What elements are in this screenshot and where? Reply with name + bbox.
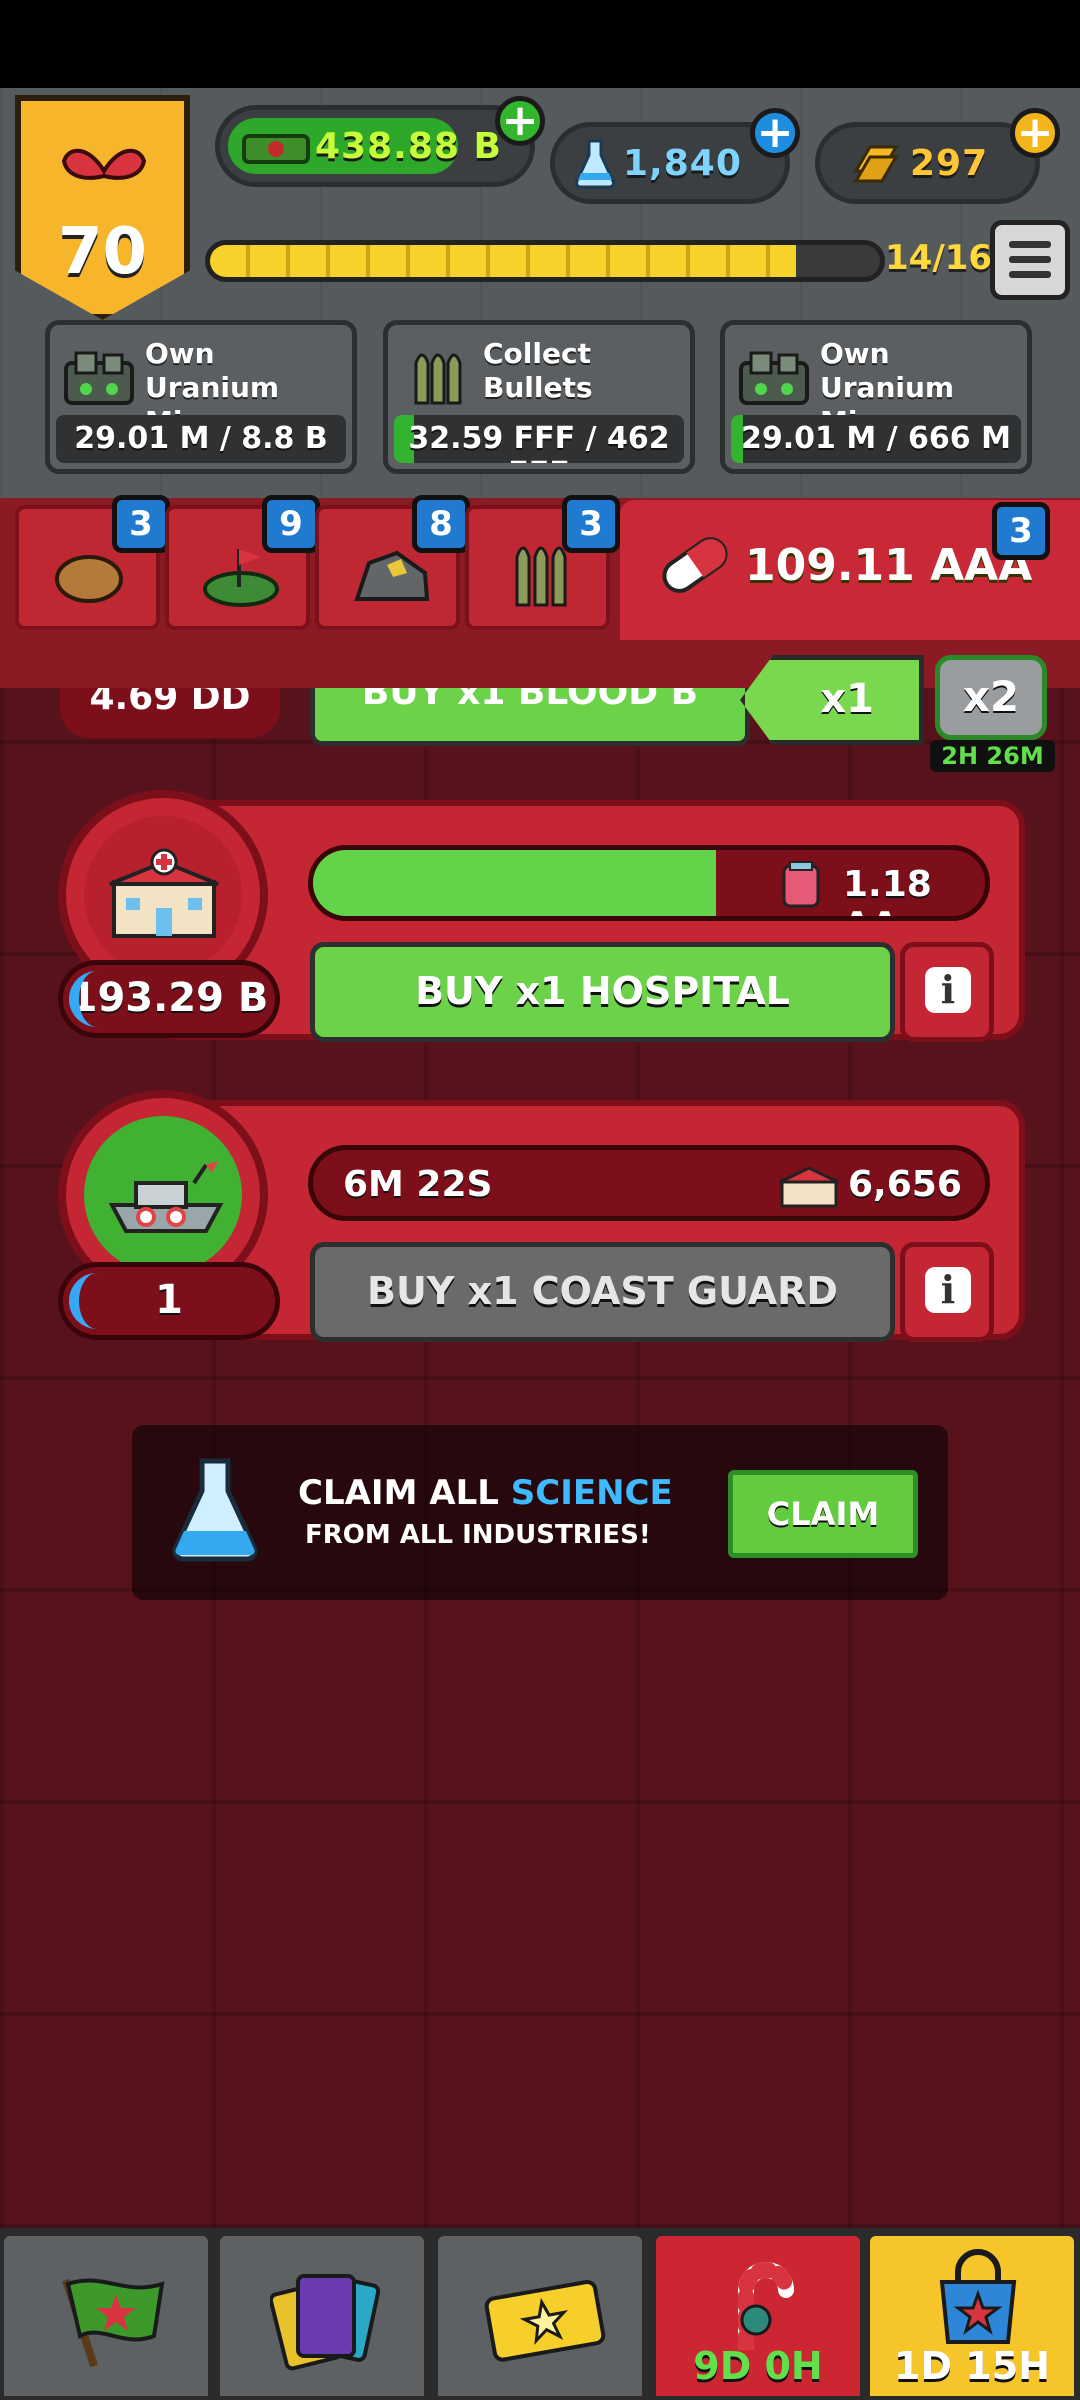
coast-guard-owned-value: 1 — [155, 1277, 183, 1323]
buy-hospital-button[interactable]: BUY x1 HOSPITAL — [310, 942, 895, 1042]
quest-card[interactable]: CollectBullets 32.59 FFF / 462 FFF — [383, 320, 695, 474]
quest-progress: 32.59 FFF / 462 FFF — [408, 421, 670, 463]
cash-counter[interactable]: 438.88 B — [215, 105, 535, 187]
hospital-production-bar: 1.18 AA — [308, 845, 990, 921]
add-gold-button[interactable]: + — [1010, 108, 1060, 158]
quest-progress: 29.01 M / 666 M — [741, 421, 1011, 456]
flag-star-icon — [62, 2278, 165, 2368]
add-science-button[interactable]: + — [750, 108, 800, 158]
info-icon: i — [925, 1267, 971, 1313]
coast-guard-timer: 6M 22S — [343, 1164, 493, 1205]
science-value: 1,840 — [623, 142, 742, 184]
previous-owned-value: 4.69 DD — [89, 688, 251, 718]
level-progress-bar — [205, 240, 885, 282]
player-level: 70 — [57, 215, 148, 289]
level-progress-text: 14/16 — [885, 238, 993, 278]
shop-bag-icon — [939, 2249, 1017, 2344]
coast-guard-production-bar: 6M 22S 6,656 — [308, 1145, 990, 1221]
coast-guard-owned: 1 — [58, 1262, 280, 1340]
medicine-total: 109.11 AAA — [745, 540, 1033, 591]
nav-shop[interactable]: 1D 15H — [866, 2232, 1078, 2400]
quest-card[interactable]: Own UraniumMines 29.01 M / 666 M — [720, 320, 1032, 474]
candy-cane-icon — [738, 2262, 794, 2350]
hospital-output: 1.18 AA — [843, 864, 932, 916]
tab-badge: 3 — [562, 495, 620, 553]
wings-icon — [61, 148, 147, 180]
info-icon: i — [925, 967, 971, 1013]
quest-title-line2: Bullets — [483, 371, 593, 404]
nav-flag[interactable] — [0, 2232, 212, 2400]
gold-counter[interactable]: 297 — [815, 122, 1040, 204]
event-timer: 9D 0H — [693, 2344, 823, 2388]
x2-boost-timer: 2H 26M — [930, 740, 1055, 772]
quest-card[interactable]: Own UraniumMines 29.01 M / 8.8 B — [45, 320, 357, 474]
quest-title-line1: Collect — [483, 337, 591, 370]
status-bar — [0, 0, 1080, 88]
quest-title-line1: Own Uranium — [145, 337, 280, 404]
coast-guard-boat-icon — [108, 1161, 224, 1233]
add-cash-button[interactable]: + — [495, 96, 545, 146]
quest-title-line1: Own Uranium — [820, 337, 955, 404]
gold-bars-icon — [853, 145, 899, 183]
tab-badge: 8 — [412, 495, 470, 553]
claim-title-highlight: SCIENCE — [510, 1473, 673, 1513]
buy-coast-guard-button[interactable]: BUY x1 COAST GUARD — [310, 1242, 895, 1342]
bullets-icon — [414, 353, 462, 405]
ticket-star-icon — [484, 2280, 606, 2362]
cash-icon — [242, 134, 310, 164]
pill-icon — [662, 537, 728, 593]
menu-button[interactable] — [990, 220, 1070, 300]
tab-badge: 3 — [992, 502, 1050, 560]
tab-badge: 3 — [112, 495, 170, 553]
blood-bag-icon — [782, 861, 820, 908]
gold-value: 297 — [910, 142, 989, 184]
x2-boost-button[interactable]: x2 — [935, 655, 1047, 740]
potato-icon — [55, 555, 123, 603]
quest-progress: 29.01 M / 8.8 B — [74, 421, 328, 456]
claim-title: CLAIM ALL SCIENCE — [298, 1473, 673, 1513]
nav-ticket[interactable] — [434, 2232, 646, 2400]
claim-button[interactable]: CLAIM — [728, 1470, 918, 1558]
uranium-mine-icon — [64, 351, 134, 405]
previous-buy-button[interactable]: BUY x1 BLOOD B — [310, 688, 750, 746]
coast-guard-cost: 6,656 — [848, 1164, 962, 1205]
coast-guard-info-button[interactable]: i — [900, 1242, 994, 1342]
claim-title-prefix: CLAIM ALL — [298, 1473, 499, 1513]
hospital-small-icon — [779, 1166, 839, 1208]
uranium-mine-icon — [739, 351, 809, 405]
cards-icon — [270, 2274, 380, 2371]
nav-cards[interactable] — [216, 2232, 428, 2400]
previous-owned: 4.69 DD — [60, 688, 280, 738]
flask-icon — [172, 1458, 258, 1562]
claim-subtitle: FROM ALL INDUSTRIES! — [305, 1520, 651, 1550]
tab-badge: 9 — [262, 495, 320, 553]
hospital-owned: 193.29 B — [58, 960, 280, 1038]
buy-multiplier-button[interactable]: x1 — [740, 655, 924, 745]
nav-event[interactable]: 9D 0H — [652, 2232, 864, 2400]
cash-value: 438.88 B — [315, 125, 502, 167]
flask-icon — [574, 139, 616, 189]
hospital-icon — [109, 848, 219, 938]
previous-buy-label: BUY x1 BLOOD B — [361, 688, 699, 713]
hospital-info-button[interactable]: i — [900, 942, 994, 1042]
shop-timer: 1D 15H — [894, 2344, 1050, 2388]
